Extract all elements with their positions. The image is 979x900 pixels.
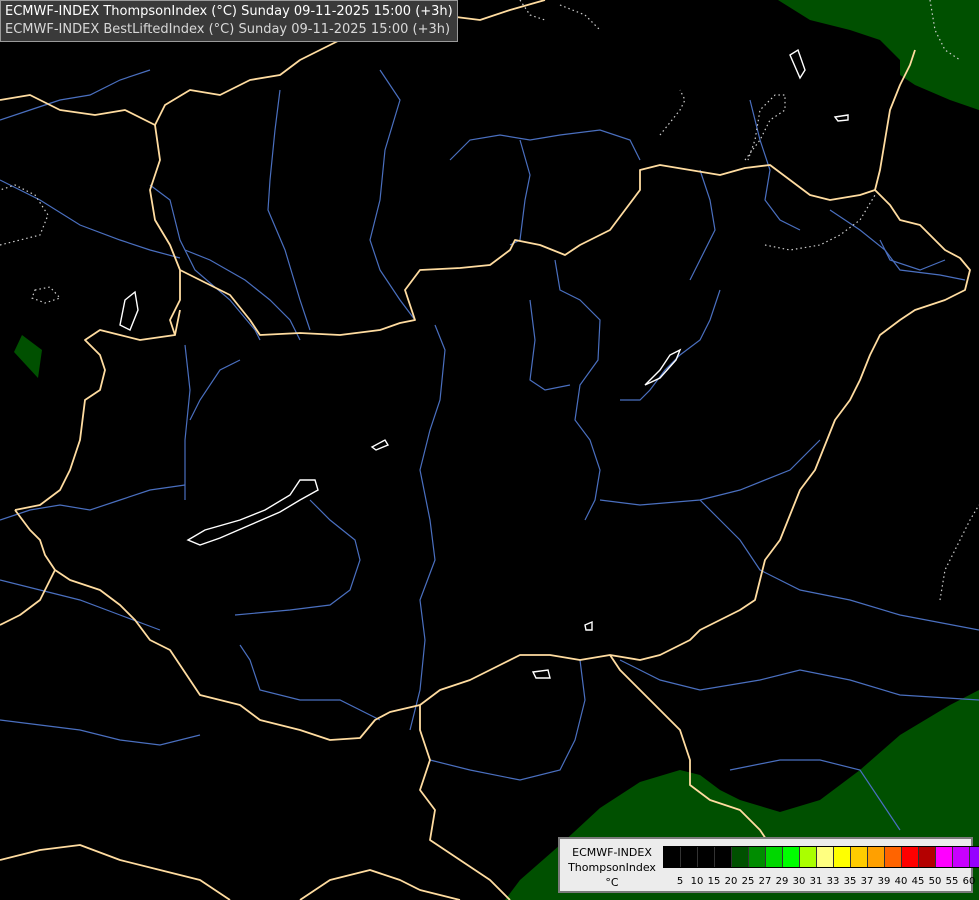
map-title-box: ECMWF-INDEX ThompsonIndex (°C) Sunday 09…: [0, 0, 458, 42]
legend-swatch: [919, 847, 936, 867]
legend-swatch: [817, 847, 834, 867]
weather-map[interactable]: [0, 0, 979, 900]
legend-swatch: [698, 847, 715, 867]
map-background: [0, 0, 979, 900]
legend-swatch: [885, 847, 902, 867]
legend-swatch: [749, 847, 766, 867]
legend-swatch: [868, 847, 885, 867]
legend-swatch: [766, 847, 783, 867]
legend-swatch: [936, 847, 953, 867]
legend-unit: °C: [605, 876, 619, 889]
legend-swatch: [715, 847, 732, 867]
legend-color-scale: [663, 846, 979, 868]
title-thompson-index: ECMWF-INDEX ThompsonIndex (°C) Sunday 09…: [5, 4, 453, 19]
legend-model: ECMWF-INDEX: [572, 846, 652, 859]
legend-swatch: [800, 847, 817, 867]
legend-parameter: ThompsonIndex: [568, 861, 656, 874]
legend-swatch: [783, 847, 800, 867]
color-legend: ECMWF-INDEX ThompsonIndex °C 5 10 15 20 25 27…: [558, 837, 979, 893]
legend-tick-label: 60: [962, 876, 976, 887]
legend-swatch: [834, 847, 851, 867]
legend-swatch: [681, 847, 698, 867]
legend-swatch: [902, 847, 919, 867]
legend-swatch: [664, 847, 681, 867]
title-best-lifted-index: ECMWF-INDEX BestLiftedIndex (°C) Sunday …: [5, 22, 451, 37]
legend-swatch: [851, 847, 868, 867]
legend-swatch: [953, 847, 970, 867]
legend-swatch: [732, 847, 749, 867]
legend-label: ECMWF-INDEX ThompsonIndex °C: [564, 845, 660, 890]
legend-swatch: [970, 847, 979, 867]
